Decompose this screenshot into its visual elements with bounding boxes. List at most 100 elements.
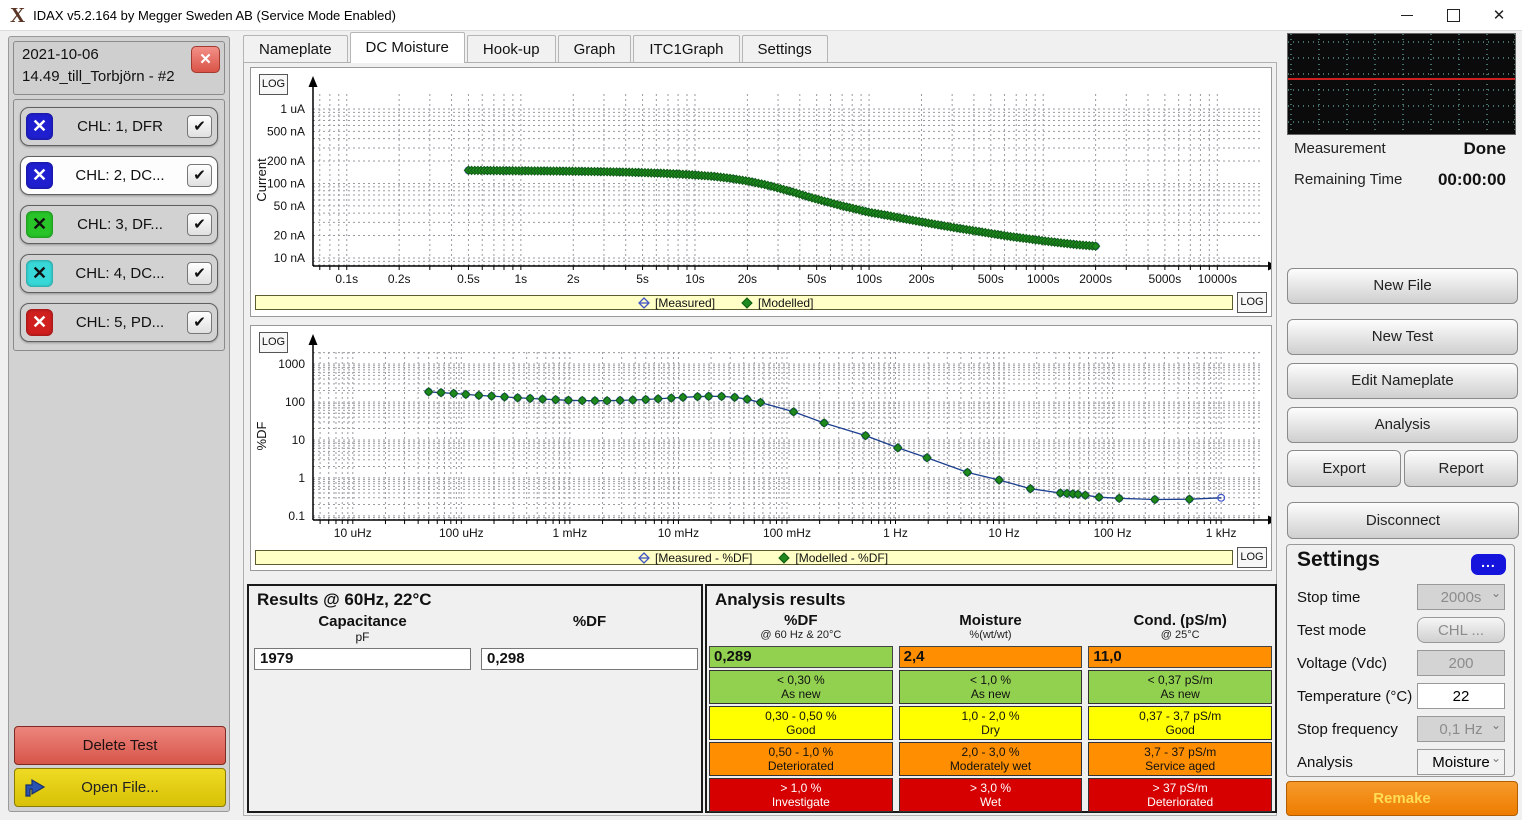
analysis-button[interactable]: Analysis [1287,407,1518,443]
plot-area: 0.1s0.2s0.5s1s2s5s10s20s50s100s200s500s1… [251,68,1271,292]
svg-text:1 mHz: 1 mHz [553,526,588,540]
tab-hook-up[interactable]: Hook-up [467,35,556,63]
svg-text:500 nA: 500 nA [267,124,305,138]
log-scale-button[interactable]: LOG [259,332,288,353]
analysis-column-subheader: @ 25°C [1088,629,1272,643]
test-close-button[interactable]: ✕ [191,46,220,73]
report-button[interactable]: Report [1404,450,1518,487]
svg-text:Current: Current [254,158,269,202]
log-scale-button[interactable]: LOG [259,74,288,95]
measurement-label: Measurement [1294,140,1386,157]
setting-analysis[interactable]: Moisture⌄ [1417,749,1505,775]
svg-text:100 uHz: 100 uHz [439,526,484,540]
svg-text:1000s: 1000s [1027,272,1060,286]
svg-text:10: 10 [292,433,306,447]
svg-text:500s: 500s [978,272,1004,286]
df-value: 0,298 [481,648,698,670]
channel-item[interactable]: ✕CHL: 3, DF...✔ [20,205,218,244]
channel-item[interactable]: ✕CHL: 5, PD...✔ [20,303,218,342]
tab-dc-moisture[interactable]: DC Moisture [350,32,465,63]
channel-checkbox[interactable]: ✔ [187,115,212,138]
df-vs-frequency-chart: 10 uHz100 uHz1 mHz10 mHz100 mHz1 Hz10 Hz… [250,325,1272,571]
disconnect-button[interactable]: Disconnect [1287,502,1519,539]
svg-text:1 Hz: 1 Hz [883,526,908,540]
svg-text:100: 100 [285,395,305,409]
app-logo-icon: X [10,1,25,29]
analysis-column-header: Cond. (pS/m) [1088,612,1272,629]
channel-checkbox[interactable]: ✔ [187,213,212,236]
tab-nameplate[interactable]: Nameplate [243,35,348,63]
tab-itc1graph[interactable]: ITC1Graph [633,35,739,63]
svg-text:1s: 1s [515,272,528,286]
close-button[interactable]: ✕ [1476,1,1522,30]
window-controls: ✕ [1384,1,1522,30]
new-file-button[interactable]: New File [1287,268,1518,304]
measured-marker-icon [638,552,650,564]
channel-color-icon: ✕ [26,260,53,287]
new-test-button[interactable]: New Test [1287,319,1518,355]
analysis-title: Analysis results [715,590,845,610]
log-scale-button[interactable]: LOG [1237,547,1267,568]
analysis-column-header: %DF [709,612,893,629]
svg-text:20 nA: 20 nA [274,229,305,243]
channel-label: CHL: 3, DF... [53,216,187,233]
edit-nameplate-button[interactable]: Edit Nameplate [1287,363,1518,399]
analysis-class-row: 2,0 - 3,0 %Moderately wet [899,742,1083,776]
svg-text:10 nA: 10 nA [274,251,305,265]
tab-settings[interactable]: Settings [742,35,828,63]
channel-color-icon: ✕ [26,309,53,336]
analysis-value: 2,4 [899,646,1083,668]
chevron-down-icon: ⌄ [1491,586,1501,600]
analysis-panel: Analysis results %DF@ 60 Hz & 20°C0,289<… [705,584,1277,813]
svg-text:2s: 2s [567,272,580,286]
channel-checkbox[interactable]: ✔ [187,262,212,285]
svg-text:200s: 200s [908,272,934,286]
channel-item[interactable]: ✕CHL: 4, DC...✔ [20,254,218,293]
setting-label: Analysis [1297,754,1353,771]
channel-label: CHL: 5, PD... [53,314,187,331]
remaining-time-value: 00:00:00 [1438,170,1506,190]
analysis-class-row: > 1,0 %Investigate [709,778,893,812]
analysis-column-moisture: Moisture%(wt/wt)2,4< 1,0 %As new1,0 - 2,… [899,612,1083,812]
analysis-value: 0,289 [709,646,893,668]
analysis-class-row: 1,0 - 2,0 %Dry [899,706,1083,740]
svg-text:1000: 1000 [278,357,305,371]
setting-stop-frequency: 0,1 Hz⌄ [1417,716,1505,742]
open-file-button[interactable]: Open File... [14,768,226,807]
svg-text:5000s: 5000s [1149,272,1182,286]
svg-text:100s: 100s [856,272,882,286]
setting-test-mode: CHL ... [1417,617,1505,643]
channel-list: ✕CHL: 1, DFR✔✕CHL: 2, DC...✔✕CHL: 3, DF.… [13,99,225,351]
svg-text:0.5s: 0.5s [457,272,480,286]
channel-checkbox[interactable]: ✔ [187,311,212,334]
svg-text:100 mHz: 100 mHz [763,526,811,540]
svg-text:5s: 5s [636,272,649,286]
legend-label: [Measured] [655,296,715,310]
setting-label: Temperature (°C) [1297,688,1412,705]
delete-test-button[interactable]: Delete Test [14,726,226,765]
capacitance-value: 1979 [254,648,471,670]
svg-text:1 uA: 1 uA [280,102,305,116]
setting-temperature-c[interactable]: 22 [1417,683,1505,709]
tab-bar: NameplateDC MoistureHook-upGraphITC1Grap… [243,34,830,63]
svg-text:1: 1 [298,471,305,485]
analysis-value: 11,0 [1088,646,1272,668]
minimize-button[interactable] [1384,1,1430,30]
analysis-column-cond-ps-m: Cond. (pS/m)@ 25°C11,0< 0,37 pS/mAs new0… [1088,612,1272,812]
test-card[interactable]: 2021-10-06 14.49_till_Torbjörn - #2 ✕ [13,41,225,95]
channel-item[interactable]: ✕CHL: 1, DFR✔ [20,107,218,146]
test-date: 2021-10-06 [22,46,99,63]
capacitance-header: Capacitance [254,613,471,630]
df-unit [481,630,698,645]
minimize-icon [1401,15,1413,16]
remake-button[interactable]: Remake [1286,781,1518,816]
channel-checkbox[interactable]: ✔ [187,164,212,187]
export-button[interactable]: Export [1287,450,1401,487]
maximize-button[interactable] [1430,1,1476,30]
channel-item[interactable]: ✕CHL: 2, DC...✔ [20,156,218,195]
log-scale-button[interactable]: LOG [1237,292,1267,313]
tab-graph[interactable]: Graph [558,35,632,63]
df-header: %DF [481,613,698,630]
settings-menu-button[interactable]: ... [1471,554,1506,575]
svg-text:10000s: 10000s [1198,272,1237,286]
